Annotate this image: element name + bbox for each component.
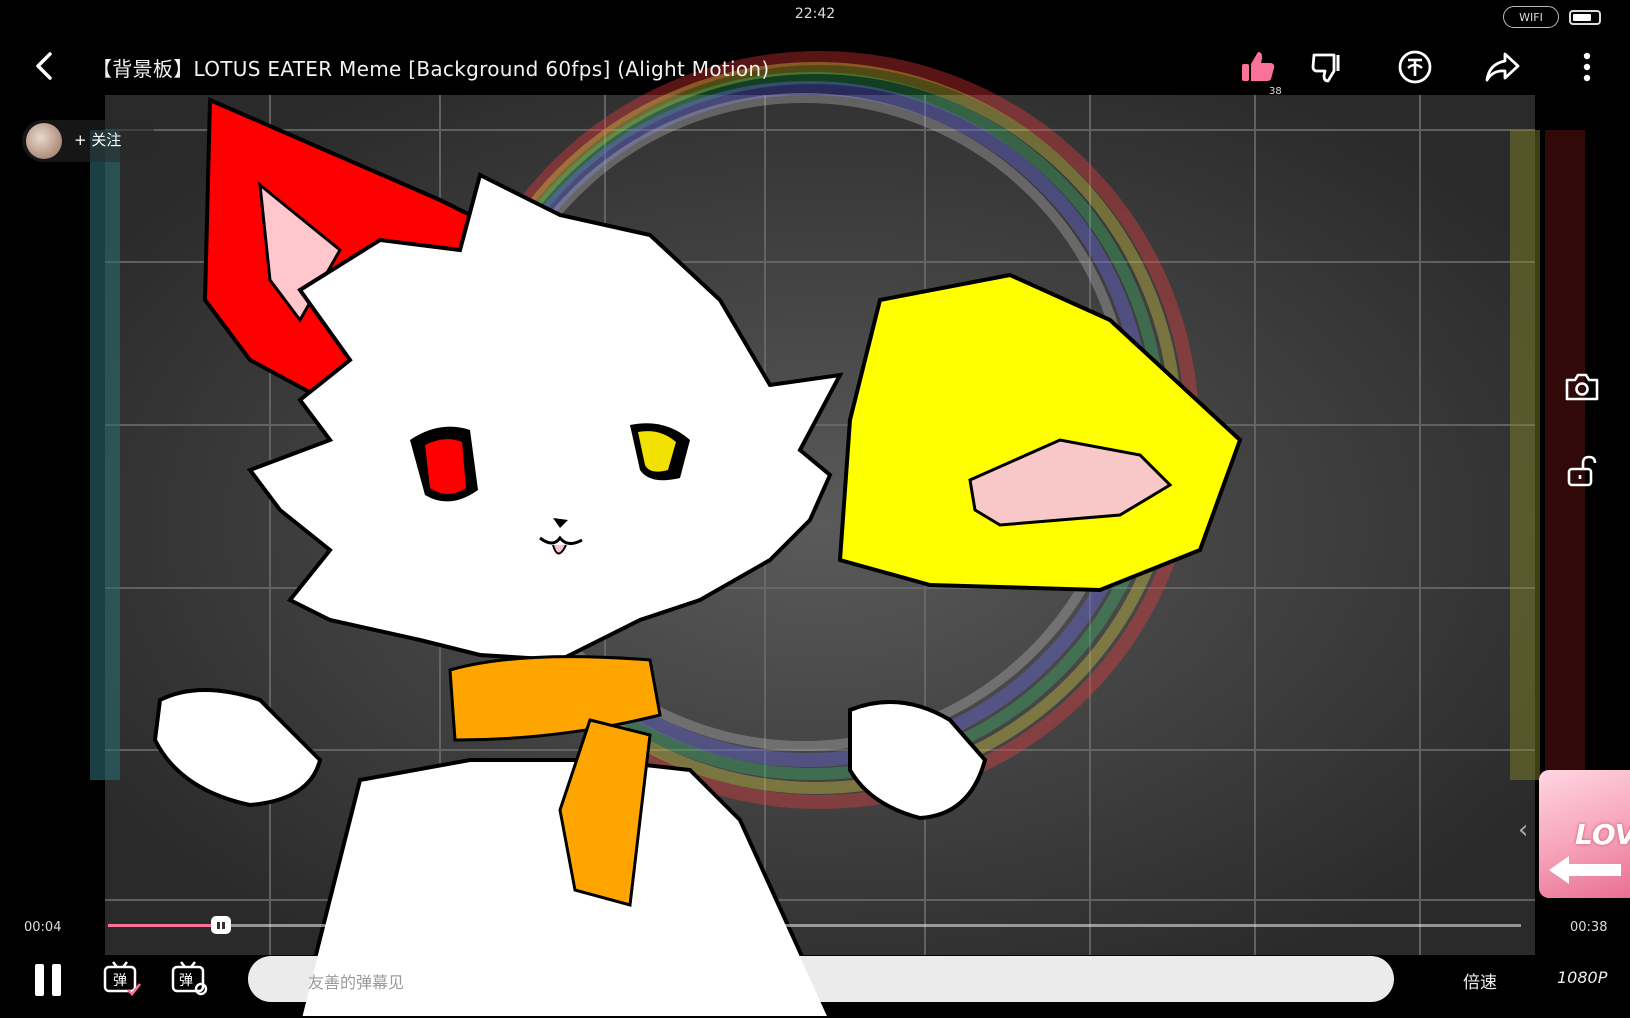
more-icon: [1583, 52, 1591, 82]
lock-icon: [1567, 455, 1597, 487]
player-top-bar: 【背景板】LOTUS EATER Meme [Background 60fps]…: [0, 44, 1630, 97]
svg-text:弹: 弹: [179, 973, 193, 989]
ad-text: LOV: [1575, 818, 1630, 851]
duration: 00:38: [1570, 920, 1608, 935]
video-title: 【背景板】LOTUS EATER Meme [Background 60fps]…: [92, 57, 770, 81]
ad-collapse-handle[interactable]: ‹: [1518, 808, 1532, 852]
thumbs-up-icon: [1242, 52, 1275, 81]
svg-text:弹: 弹: [113, 973, 127, 989]
lock-screen-button[interactable]: [1561, 450, 1603, 492]
danmaku-toggle-icon: 弹: [103, 961, 142, 996]
progress-thumb[interactable]: [211, 916, 232, 934]
more-button[interactable]: [1566, 46, 1608, 88]
speed-button[interactable]: 倍速: [1463, 968, 1497, 993]
danmaku-settings-icon: 弹: [171, 961, 208, 996]
current-time: 00:04: [24, 920, 62, 935]
pause-button[interactable]: [33, 962, 67, 996]
camera-icon: [1565, 373, 1599, 401]
video-frame[interactable]: [0, 0, 1630, 1018]
battery-icon: [1569, 10, 1601, 25]
uploader-avatar[interactable]: [26, 123, 62, 159]
status-time: 22:42: [794, 6, 836, 22]
danmaku-settings-button[interactable]: 弹: [170, 960, 210, 998]
progress-bar[interactable]: [108, 916, 1521, 934]
like-count: 38: [1269, 86, 1282, 97]
dislike-button[interactable]: [1307, 46, 1349, 88]
arrow-left-icon: [1549, 856, 1621, 884]
back-icon: [36, 52, 52, 80]
quality-button[interactable]: 1080P: [1557, 968, 1607, 987]
share-button[interactable]: [1481, 46, 1523, 88]
follow-button[interactable]: + 关注: [74, 129, 121, 150]
danmaku-toggle-button[interactable]: 弹: [102, 960, 142, 998]
share-icon: [1485, 52, 1520, 82]
coin-icon: [1398, 50, 1432, 84]
ad-card[interactable]: LOV: [1539, 770, 1630, 898]
progress-fill: [108, 924, 222, 927]
uploader-chip[interactable]: + 关注: [22, 120, 157, 162]
wifi-indicator: WIFI: [1503, 6, 1559, 28]
player-bottom-bar: 弹 弹 友善的弹幕见 倍速 1080P: [0, 950, 1630, 1010]
coin-button[interactable]: [1394, 46, 1436, 88]
video-artwork: [0, 0, 1630, 1018]
screenshot-button[interactable]: [1561, 366, 1603, 408]
like-button[interactable]: [1237, 46, 1279, 88]
back-button[interactable]: [28, 48, 64, 84]
thumbs-down-icon: [1311, 53, 1340, 83]
status-bar: 22:42 WIFI: [0, 0, 1630, 34]
danmaku-input[interactable]: 友善的弹幕见: [248, 956, 1394, 1002]
danmaku-placeholder: 友善的弹幕见: [308, 973, 405, 992]
